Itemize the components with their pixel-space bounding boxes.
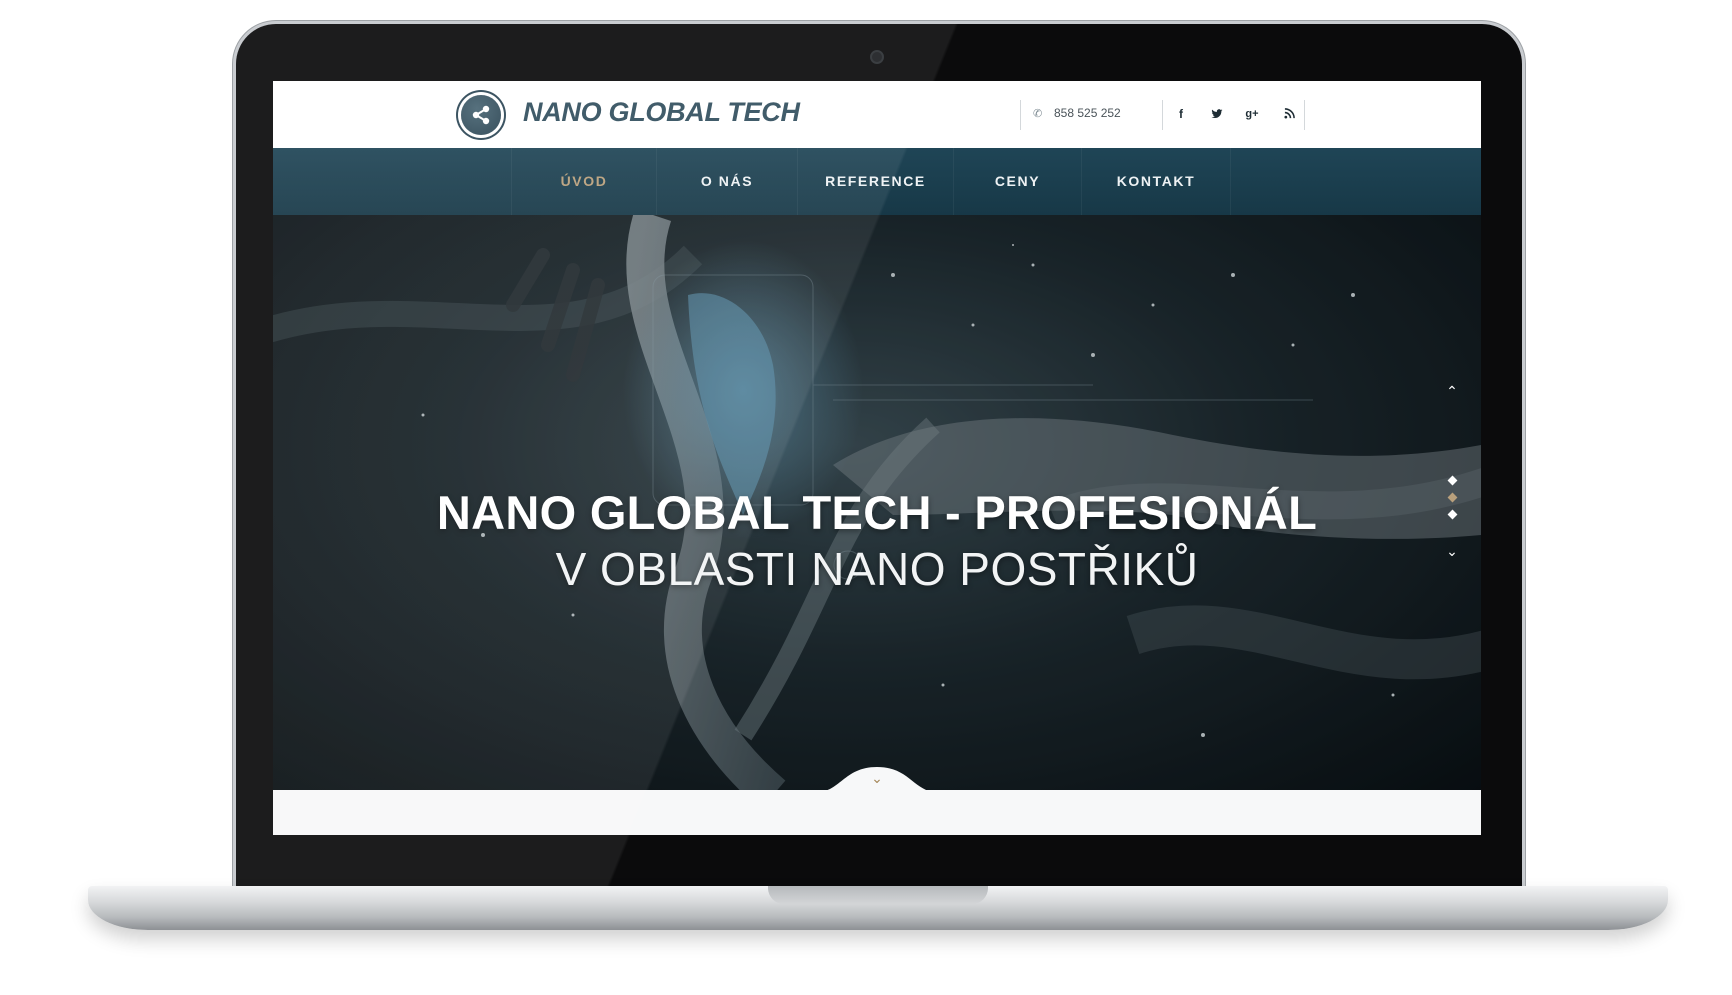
facebook-icon[interactable]: f xyxy=(1172,105,1190,123)
twitter-icon[interactable] xyxy=(1208,105,1226,123)
main-navigation: ÚVOD O NÁS REFERENCE CENY KONTAKT xyxy=(273,148,1481,215)
laptop-screen: NANO GLOBAL TECH ✆ 858 525 252 f g+ ÚVOD… xyxy=(273,81,1481,835)
nav-item-uvod[interactable]: ÚVOD xyxy=(511,148,656,215)
slider-up-chevron-icon[interactable]: ⌃ xyxy=(1445,383,1459,400)
site-logo-text[interactable]: NANO GLOBAL TECH xyxy=(523,97,800,128)
scroll-down-chevron-icon[interactable]: ⌄ xyxy=(867,770,887,787)
google-plus-icon[interactable]: g+ xyxy=(1243,105,1261,123)
hero-title: NANO GLOBAL TECH - PROFESIONÁL xyxy=(436,486,1318,539)
nav-item-reference[interactable]: REFERENCE xyxy=(797,148,953,215)
hero-subtitle: V OBLASTI NANO POSTŘIKŮ xyxy=(555,543,1199,595)
header-phone-number[interactable]: 858 525 252 xyxy=(1054,106,1121,120)
rss-icon[interactable] xyxy=(1280,105,1298,123)
header-divider xyxy=(1020,100,1021,130)
nav-item-o-nas[interactable]: O NÁS xyxy=(656,148,797,215)
share-nodes-icon[interactable] xyxy=(461,95,501,135)
laptop-notch xyxy=(768,886,988,904)
site-header: NANO GLOBAL TECH ✆ 858 525 252 f g+ xyxy=(273,81,1481,148)
header-divider xyxy=(1162,100,1163,130)
phone-icon: ✆ xyxy=(1033,108,1043,120)
hero-slider: NANO GLOBAL TECH - PROFESIONÁL V OBLASTI… xyxy=(273,215,1481,790)
nav-item-kontakt[interactable]: KONTAKT xyxy=(1081,148,1231,215)
header-divider xyxy=(1304,100,1305,130)
laptop-camera xyxy=(870,50,884,64)
slider-down-chevron-icon[interactable]: ⌄ xyxy=(1445,543,1459,560)
content-section-top xyxy=(273,790,1481,835)
nav-item-ceny[interactable]: CENY xyxy=(953,148,1081,215)
